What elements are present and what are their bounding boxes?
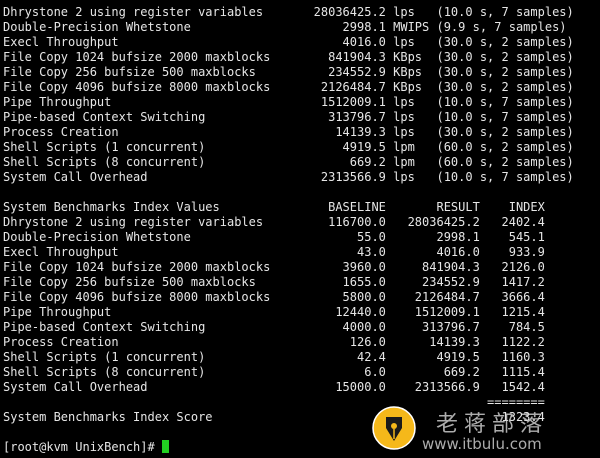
- output-line: System Call Overhead 2313566.9 lps (10.0…: [3, 170, 574, 184]
- index-row: Execl Throughput 43.0 4016.0 933.9: [3, 245, 545, 259]
- output-line: Shell Scripts (1 concurrent) 4919.5 lpm …: [3, 140, 574, 154]
- output-line: Pipe-based Context Switching 313796.7 lp…: [3, 110, 574, 124]
- text-cursor: [161, 440, 169, 453]
- output-line: Double-Precision Whetstone 2998.1 MWIPS …: [3, 20, 567, 34]
- index-row: System Call Overhead 15000.0 2313566.9 1…: [3, 380, 545, 394]
- index-row: Shell Scripts (8 concurrent) 6.0 669.2 1…: [3, 365, 545, 379]
- output-line: File Copy 256 bufsize 500 maxblocks 2345…: [3, 65, 574, 79]
- index-row: Double-Precision Whetstone 55.0 2998.1 5…: [3, 230, 545, 244]
- output-line: File Copy 4096 bufsize 8000 maxblocks 21…: [3, 80, 574, 94]
- index-row: Pipe-based Context Switching 4000.0 3137…: [3, 320, 545, 334]
- pen-nib-icon: [372, 406, 416, 450]
- output-line: File Copy 1024 bufsize 2000 maxblocks 84…: [3, 50, 574, 64]
- watermark-url: www.itbulu.com: [422, 435, 542, 453]
- watermark-title: 老蒋部落: [436, 412, 549, 437]
- index-row: Dhrystone 2 using register variables 116…: [3, 215, 545, 229]
- index-row: Shell Scripts (1 concurrent) 42.4 4919.5…: [3, 350, 545, 364]
- index-row: File Copy 4096 bufsize 8000 maxblocks 58…: [3, 290, 545, 304]
- output-line: Execl Throughput 4016.0 lps (30.0 s, 2 s…: [3, 35, 574, 49]
- index-row: File Copy 1024 bufsize 2000 maxblocks 39…: [3, 260, 545, 274]
- output-line: Pipe Throughput 1512009.1 lps (10.0 s, 7…: [3, 95, 574, 109]
- output-line: Process Creation 14139.3 lps (30.0 s, 2 …: [3, 125, 574, 139]
- watermark: 老蒋部落 www.itbulu.com: [372, 404, 598, 456]
- terminal-window[interactable]: Dhrystone 2 using register variables 280…: [3, 5, 597, 455]
- index-row: File Copy 256 bufsize 500 maxblocks 1655…: [3, 275, 545, 289]
- shell-prompt: [root@kvm UnixBench]#: [3, 440, 162, 454]
- index-row: Process Creation 126.0 14139.3 1122.2: [3, 335, 545, 349]
- index-table-header: System Benchmarks Index Values BASELINE …: [3, 200, 545, 214]
- index-row: Pipe Throughput 12440.0 1512009.1 1215.4: [3, 305, 545, 319]
- output-line: Shell Scripts (8 concurrent) 669.2 lpm (…: [3, 155, 574, 169]
- output-line: Dhrystone 2 using register variables 280…: [3, 5, 574, 19]
